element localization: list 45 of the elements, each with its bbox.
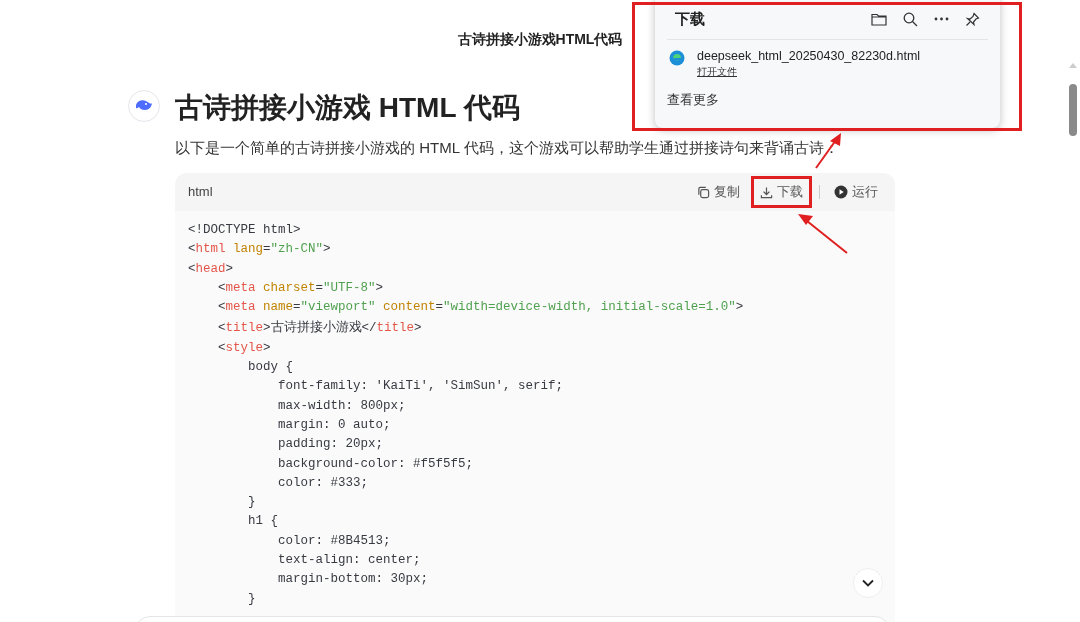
see-more-link[interactable]: 查看更多 [667,89,719,109]
run-button[interactable]: 运行 [830,180,882,204]
page-title: 古诗拼接小游戏HTML代码 [457,30,623,49]
copy-icon [697,185,710,199]
code-line: <html lang="zh-CN"> [188,241,331,259]
folder-icon[interactable] [871,12,887,27]
code-line: background-color: #f5f5f5; [277,455,474,473]
scroll-up-icon [1069,62,1077,68]
code-language: html [188,183,213,202]
search-icon[interactable] [903,11,918,27]
code-line: max-width: 800px; [277,397,406,415]
chevron-down-icon [862,579,874,587]
code-line: <style> [217,339,271,357]
answer-heading: 古诗拼接小游戏 HTML 代码 [175,91,520,125]
code-line: } [247,590,256,608]
panel-title: 下载 [675,9,705,29]
code-line: <head> [188,260,234,278]
highlight-frame [751,176,812,208]
download-button[interactable]: 下载 [756,180,807,204]
annotation-arrow [797,213,849,255]
code-line: <meta charset="UTF-8"> [217,279,384,297]
code-line: padding: 20px; [277,436,384,454]
code-line: <!DOCTYPE html> [188,222,301,239]
pin-icon[interactable] [965,11,980,27]
code-line: body { [247,359,294,377]
code-line: color: #333; [277,474,369,492]
copy-button[interactable]: 复制 [693,180,744,204]
code-line: <title>古诗拼接小游戏</title> [217,318,422,338]
file-name[interactable]: deepseek_html_20250430_82230d.html [697,47,921,64]
code-line: <meta name="viewport" content="width=device-width, initial-scale=1.0"> [217,299,744,317]
code-line: h1 { [247,513,278,531]
browser-icon [669,49,685,66]
code-line: margin: 0 auto; [277,416,391,434]
play-icon [834,185,848,199]
download-icon [760,185,773,199]
open-file-link[interactable]: 打开文件 [697,63,737,80]
code-line: margin-bottom: 30px; [277,571,429,589]
code-line: color: #8B4513; [277,532,391,550]
code-line: } [247,494,256,512]
intro-paragraph: 以下是一个简单的古诗拼接小游戏的 HTML 代码，这个游戏可以帮助学生通过拼接诗句来背诵古诗： [175,138,839,158]
code-line: text-align: center; [277,552,421,570]
more-icon[interactable] [934,17,949,22]
code-line: font-family: 'KaiTi', 'SimSun', serif; [277,378,564,396]
assistant-avatar [128,90,160,122]
scrollbar-thumb [1069,84,1077,136]
